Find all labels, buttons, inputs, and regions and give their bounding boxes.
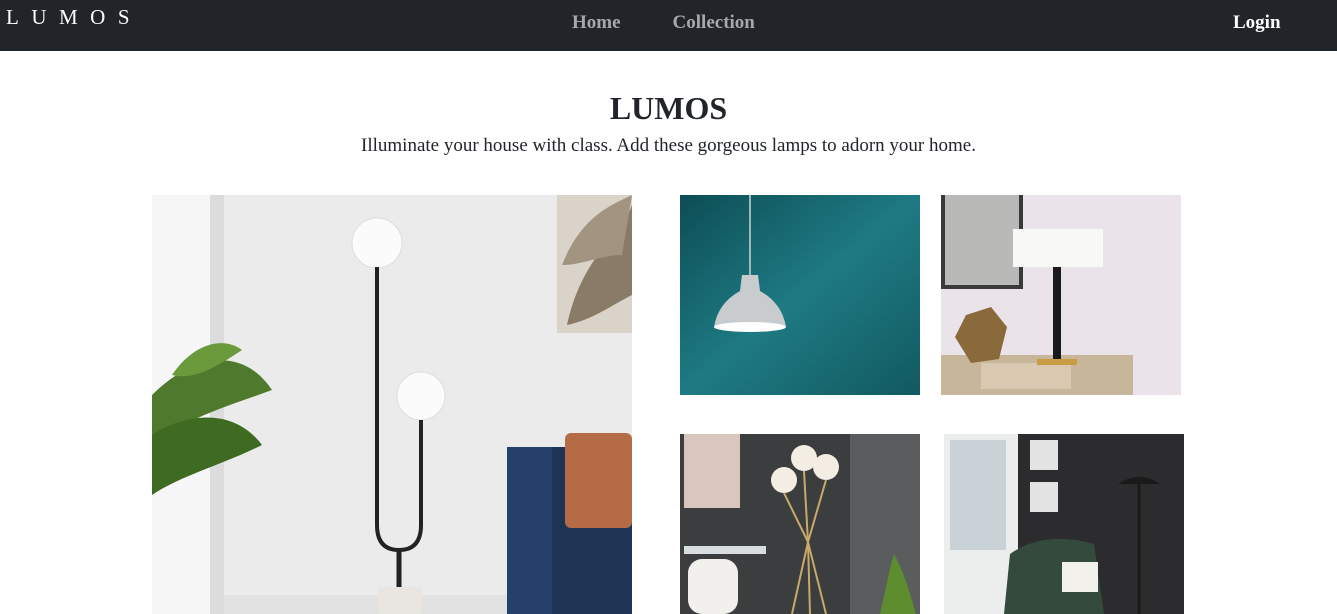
table-lamp-photo (941, 195, 1181, 395)
login-link[interactable]: Login (1233, 11, 1281, 35)
globe-floor-lamp-photo (680, 434, 920, 614)
nav-links: Home Collection (572, 11, 755, 35)
nav-link-home[interactable]: Home (572, 11, 621, 35)
arc-lamp-photo (944, 434, 1184, 614)
page-subtitle: Illuminate your house with class. Add th… (361, 135, 976, 156)
nav-link-collection[interactable]: Collection (673, 11, 755, 35)
pendant-lamp-photo (680, 195, 920, 395)
navbar: LUMOS Home Collection Login (0, 0, 1337, 51)
page-title: LUMOS (609, 90, 728, 126)
floor-lamp-photo (152, 195, 632, 614)
brand-logo[interactable]: LUMOS (6, 5, 142, 29)
